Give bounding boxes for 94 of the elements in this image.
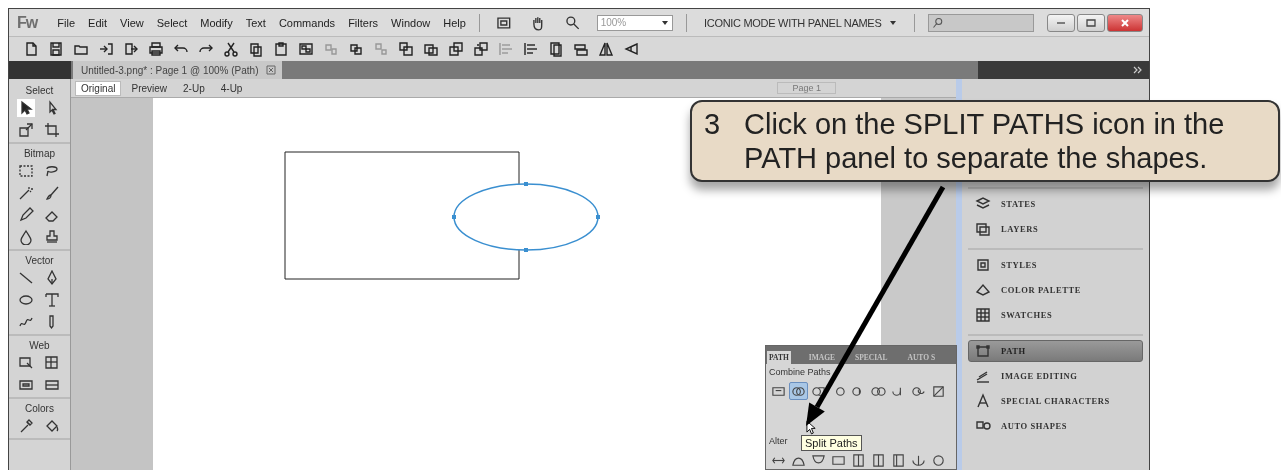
marquee-icon[interactable] bbox=[16, 162, 35, 180]
send-backward-icon[interactable] bbox=[448, 41, 464, 57]
collapse-icon[interactable] bbox=[1133, 66, 1143, 74]
export-icon[interactable] bbox=[123, 41, 139, 57]
path-operation-icon bbox=[911, 453, 926, 468]
app-logo: Fw bbox=[17, 13, 39, 32]
layers-icon bbox=[975, 196, 991, 212]
view-tab[interactable]: Original bbox=[75, 80, 122, 96]
zoom-icon[interactable] bbox=[565, 14, 581, 31]
cursor-icon bbox=[806, 420, 817, 435]
panel-button[interactable]: SPECIAL CHARACTERS bbox=[968, 390, 1143, 412]
caret-icon bbox=[661, 18, 670, 27]
workspace-switcher[interactable]: ICONIC MODE WITH PANEL NAMES bbox=[700, 16, 902, 29]
menu-item[interactable]: Text bbox=[245, 16, 266, 29]
menu-item[interactable]: Commands bbox=[278, 16, 336, 29]
view-tab[interactable]: 2-Up bbox=[177, 80, 211, 96]
stacked-pages-icon bbox=[975, 221, 991, 237]
tool-group-title: Colors bbox=[24, 403, 55, 414]
maximize-button[interactable] bbox=[1077, 13, 1105, 32]
path-operation-icon bbox=[871, 384, 886, 399]
letter-a-icon bbox=[975, 393, 991, 409]
panel-button[interactable]: IMAGE EDITING bbox=[968, 365, 1143, 387]
path-operation-icon bbox=[851, 453, 866, 468]
path-operation-icon bbox=[931, 453, 946, 468]
panel-button[interactable]: STYLES bbox=[968, 254, 1143, 276]
flip-vertical-icon[interactable] bbox=[623, 41, 639, 57]
path-operation-icon bbox=[771, 384, 786, 399]
menu-item[interactable]: Window bbox=[391, 16, 431, 29]
path-operation-icon bbox=[791, 384, 806, 399]
layers-icon[interactable] bbox=[573, 41, 589, 57]
menu-item[interactable]: Modify bbox=[200, 16, 233, 29]
menu-item[interactable]: Filters bbox=[348, 16, 379, 29]
bring-front-icon[interactable] bbox=[398, 41, 414, 57]
align-menu-icon[interactable] bbox=[523, 41, 539, 57]
path-operation-icon bbox=[911, 384, 926, 399]
text-tool-icon[interactable] bbox=[42, 291, 61, 309]
maximize-icon bbox=[1085, 17, 1097, 28]
path-operation-icon bbox=[891, 453, 906, 468]
save-icon[interactable] bbox=[48, 41, 64, 57]
panel-button[interactable]: COLOR PALETTE bbox=[968, 279, 1143, 301]
new-document-icon[interactable] bbox=[23, 41, 39, 57]
path-shape-icon bbox=[975, 343, 991, 359]
instruction-text: Click on the SPLIT PATHS icon in the PATH panel to separate the shapes. bbox=[744, 107, 1226, 175]
scale-icon[interactable] bbox=[16, 121, 35, 139]
bring-forward-icon[interactable] bbox=[423, 41, 439, 57]
path-operation-icon bbox=[811, 384, 826, 399]
tool-group-title: Bitmap bbox=[22, 148, 57, 159]
path-operation-icon bbox=[931, 384, 946, 399]
minimize-icon bbox=[1057, 21, 1065, 24]
menu-item[interactable]: Edit bbox=[88, 16, 108, 29]
group-icon[interactable] bbox=[298, 41, 314, 57]
tooltip: Split Paths bbox=[801, 435, 862, 451]
menu-item[interactable]: View bbox=[120, 16, 144, 29]
close-icon bbox=[1119, 17, 1131, 28]
join-icon[interactable] bbox=[348, 41, 364, 57]
path-operation-icon bbox=[871, 453, 886, 468]
search-field[interactable] bbox=[928, 13, 1034, 32]
panel-header bbox=[9, 61, 71, 79]
view-tab[interactable]: 4-Up bbox=[214, 80, 249, 96]
section-label: Alter bbox=[769, 436, 788, 448]
tool-group-title: Vector bbox=[24, 255, 55, 266]
panel-button[interactable]: AUTO SHAPES bbox=[968, 415, 1143, 437]
panel-button[interactable]: SWATCHES bbox=[968, 304, 1143, 326]
panel-button[interactable]: LAYERS bbox=[968, 218, 1143, 240]
view-tab[interactable]: Preview bbox=[125, 80, 174, 96]
panel-button[interactable]: PATH bbox=[968, 340, 1143, 362]
paste-icon[interactable] bbox=[273, 41, 289, 57]
pointer-icon[interactable] bbox=[16, 99, 35, 117]
flip-horizontal-icon[interactable] bbox=[598, 41, 614, 57]
printer-icon[interactable] bbox=[148, 41, 164, 57]
close-icon[interactable] bbox=[266, 65, 277, 75]
copy-icon[interactable] bbox=[248, 41, 264, 57]
pages-icon[interactable] bbox=[548, 41, 564, 57]
menu-item[interactable]: Select bbox=[156, 16, 188, 29]
screen-mode-icon[interactable] bbox=[495, 14, 512, 31]
menu-item[interactable]: File bbox=[57, 16, 76, 29]
panel-button[interactable]: STATES bbox=[968, 193, 1143, 215]
swatch-grid-icon bbox=[975, 307, 991, 323]
tool-group-title: Select bbox=[24, 85, 55, 96]
import-icon[interactable] bbox=[98, 41, 114, 57]
search-icon bbox=[932, 16, 945, 29]
close-button[interactable] bbox=[1107, 13, 1143, 32]
section-label: Combine Paths bbox=[769, 367, 831, 379]
send-back-icon[interactable] bbox=[473, 41, 489, 57]
path-operation-icon bbox=[831, 453, 846, 468]
step-number: 3 bbox=[704, 107, 722, 142]
minimize-button[interactable] bbox=[1047, 13, 1075, 32]
slice-icon[interactable] bbox=[42, 354, 61, 372]
scissors-icon[interactable] bbox=[223, 41, 239, 57]
menu-item[interactable]: Help bbox=[443, 16, 466, 29]
crop-icon[interactable] bbox=[42, 121, 61, 139]
caret-icon bbox=[889, 18, 898, 27]
document-tab[interactable]: Untitled-3.png* : Page 1 @ 100% (Path) bbox=[73, 61, 283, 79]
tool-group-title: Web bbox=[28, 340, 51, 351]
